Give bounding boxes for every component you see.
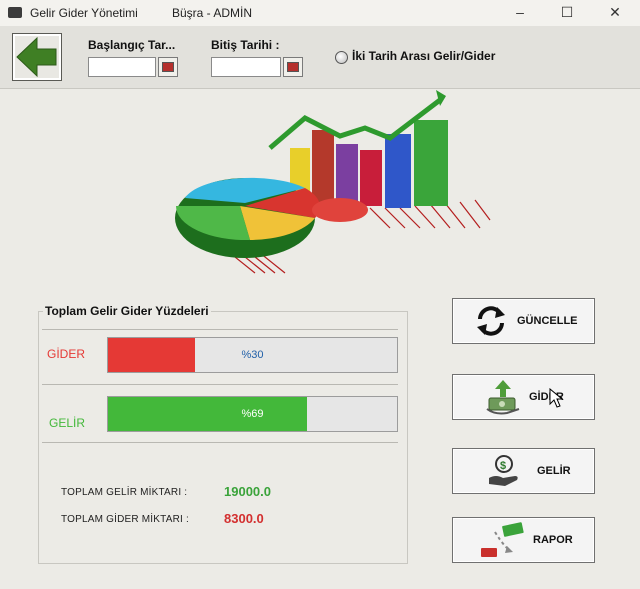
expense-progress-bar: %30 [107, 337, 398, 373]
date-range-radio[interactable] [335, 51, 348, 64]
total-income-label: TOPLAM GELİR MİKTARI : [61, 487, 188, 498]
report-button-label: RAPOR [533, 534, 573, 546]
date-range-label: İki Tarih Arası Gelir/Gider [352, 49, 496, 63]
end-calendar-icon[interactable] [283, 57, 303, 77]
income-progress-bar: %69 [107, 396, 398, 432]
end-date-label: Bitiş Tarihi : [211, 38, 280, 52]
expense-label: GİDER [47, 347, 86, 361]
back-arrow-icon [16, 36, 57, 78]
refresh-icon [477, 306, 505, 336]
end-date-input[interactable] [211, 57, 281, 77]
money-out-icon [486, 380, 520, 415]
app-window: Gelir Gider Yönetimi Büşra - ADMİN – ☐ ✕… [0, 0, 640, 589]
start-calendar-icon[interactable] [158, 57, 178, 77]
refresh-button[interactable]: GÜNCELLE [452, 298, 595, 344]
close-button[interactable]: ✕ [598, 2, 632, 22]
back-button[interactable] [12, 33, 62, 81]
svg-text:$: $ [500, 460, 506, 472]
total-expense-value: 8300.0 [224, 511, 264, 526]
start-date-input[interactable] [88, 57, 156, 77]
start-date-label: Başlangıç Tar... [88, 38, 176, 52]
divider [42, 384, 398, 385]
total-expense-label: TOPLAM GİDER MİKTARI : [61, 514, 189, 525]
minimize-button[interactable]: – [503, 2, 537, 22]
expense-button[interactable]: GİDER [452, 374, 595, 420]
window-title: Gelir Gider Yönetimi [30, 6, 138, 20]
refresh-button-label: GÜNCELLE [517, 315, 578, 327]
divider [42, 442, 398, 443]
summary-title: Toplam Gelir Gider Yüzdeleri [43, 304, 211, 318]
divider [42, 329, 398, 330]
maximize-button[interactable]: ☐ [550, 2, 584, 22]
income-button-label: GELİR [537, 465, 571, 477]
expense-percent: %30 [241, 349, 264, 361]
income-button[interactable]: $ GELİR [452, 448, 595, 494]
title-bar: Gelir Gider Yönetimi Büşra - ADMİN – ☐ ✕ [0, 0, 640, 26]
income-label: GELİR [49, 416, 86, 430]
app-icon [8, 7, 22, 18]
money-in-icon: $ [489, 455, 518, 486]
total-income-value: 19000.0 [224, 484, 271, 499]
finance-chart-illustration [175, 90, 491, 274]
money-transfer-icon [481, 522, 524, 557]
income-percent: %69 [241, 408, 264, 420]
logged-user: Büşra - ADMİN [172, 6, 253, 20]
report-button[interactable]: RAPOR [452, 517, 595, 563]
mouse-cursor-icon [549, 388, 563, 408]
